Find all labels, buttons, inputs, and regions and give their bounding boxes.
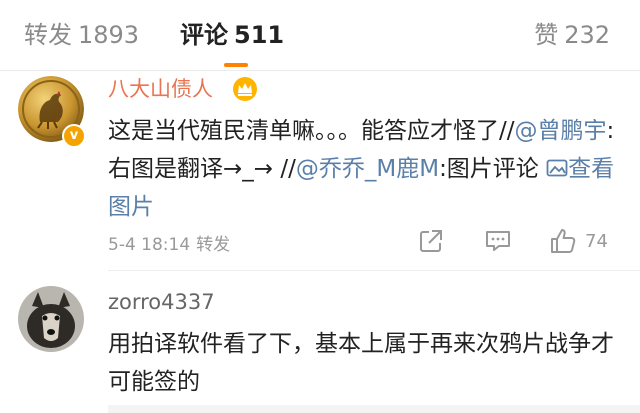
tab-likes-count: 232	[564, 21, 610, 49]
comment-actions: 74	[0, 225, 640, 257]
mention-link[interactable]: @乔乔_M鹿M	[296, 156, 439, 182]
tab-reposts[interactable]: 转发 1893	[24, 18, 139, 52]
verified-badge: v	[62, 124, 86, 148]
tab-comments-label: 评论	[180, 21, 228, 49]
share-icon	[420, 230, 442, 252]
comment-username[interactable]: 八大山债人	[108, 74, 213, 104]
mention-link[interactable]: @曾鹏宇	[515, 118, 607, 144]
avatar[interactable]	[18, 286, 84, 352]
tab-comments-count: 511	[234, 21, 285, 49]
thumbs-up-icon	[551, 229, 576, 253]
active-tab-indicator	[224, 63, 248, 67]
tab-reposts-count: 1893	[78, 21, 140, 49]
share-button[interactable]	[418, 225, 444, 257]
reply-button[interactable]	[484, 225, 512, 257]
like-button[interactable]: 74	[549, 225, 608, 257]
tab-reposts-label: 转发	[24, 21, 72, 49]
comment-text-part: 这是当代殖民清单嘛。。。能答应才怪了//	[108, 118, 515, 144]
dog-avatar-image	[18, 286, 84, 352]
like-count: 74	[585, 230, 608, 252]
comment-icon	[486, 231, 510, 251]
comment-text: 这是当代殖民清单嘛。。。能答应才怪了//@曾鹏宇:右图是翻译→_→ //@乔乔_…	[108, 112, 628, 226]
tab-comments[interactable]: 评论 511	[180, 18, 284, 52]
comment-item: zorro4337 用拍译软件看了下，基本上属于再来次鸦片战争才可能签的	[0, 271, 640, 413]
vip-crown-icon	[233, 77, 257, 101]
tab-likes-label: 赞	[534, 21, 559, 49]
picture-icon	[546, 159, 568, 177]
comment-username[interactable]: zorro4337	[108, 287, 215, 317]
comment-tab-bar: 转发 1893 评论 511 赞 232	[0, 0, 640, 71]
comment-text: 用拍译软件看了下，基本上属于再来次鸦片战争才可能签的	[108, 331, 614, 395]
tab-likes[interactable]: 赞 232	[534, 18, 610, 52]
comment-text-part: :图片评论	[439, 156, 547, 182]
comment-item: v 八大山债人 这是当代殖民清单嘛。。。能答应才怪了//@曾鹏宇:右图是翻译→_…	[0, 70, 640, 270]
